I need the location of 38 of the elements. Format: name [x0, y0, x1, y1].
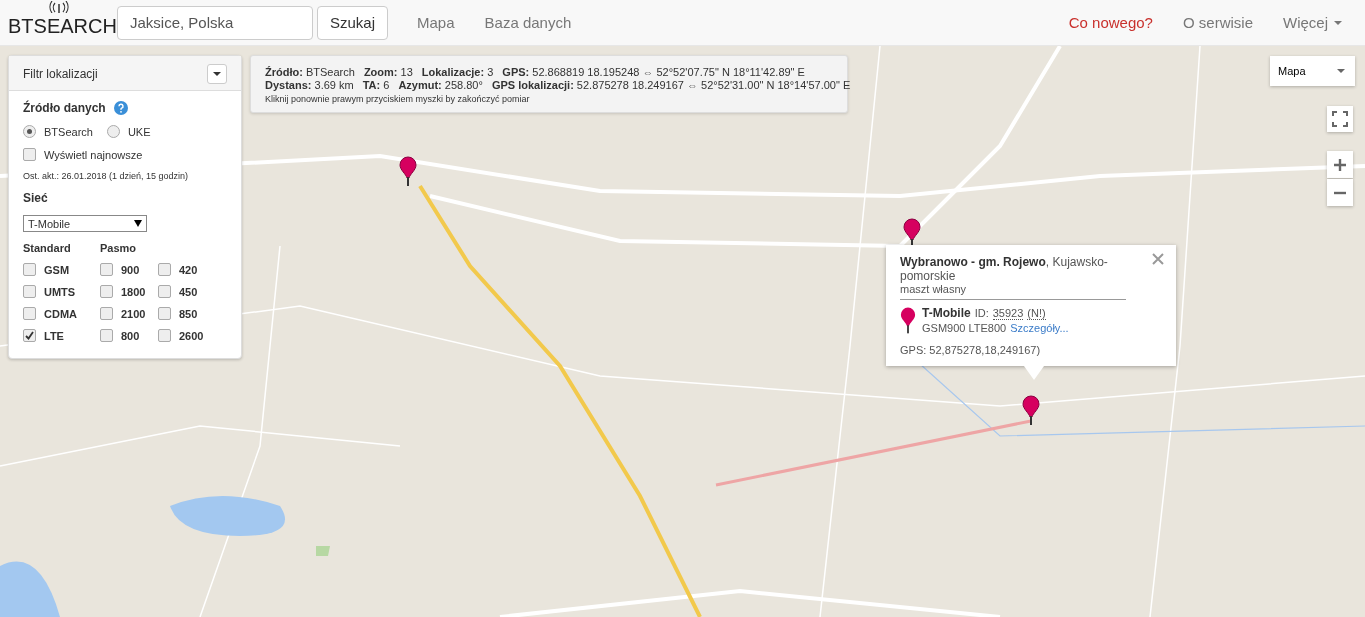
popup-title: Wybranowo - gm. Rojewo, Kujawsko-pomorskie — [900, 255, 1109, 283]
checkbox-label: CDMA — [44, 307, 77, 320]
id-label: ID: — [974, 307, 989, 319]
technology-text: GSM900 LTE800 — [922, 322, 1007, 334]
checkbox-label: 2100 — [121, 307, 146, 320]
checkbox-label: 800 — [121, 329, 140, 342]
popup-subtitle: maszt własny — [900, 283, 968, 295]
checkbox-label: Wyświetl najnowsze — [44, 148, 143, 161]
info-field: Zoom: 13 — [363, 66, 413, 79]
checkbox-label: 850 — [179, 307, 198, 320]
operator-name: T-Mobile — [922, 306, 971, 320]
panel-title: Filtr lokalizacji — [23, 67, 98, 81]
column-label: Pasmo — [100, 242, 138, 254]
station-id: 35923 — [992, 307, 1024, 320]
checkbox-label: 450 — [179, 285, 198, 298]
radio-label: UKE — [127, 125, 151, 138]
checkbox-label: 2600 — [179, 329, 204, 342]
radio-label: BTSearch — [44, 125, 93, 138]
checkbox-label: LTE — [44, 329, 64, 342]
flag-text: (N!) — [1027, 307, 1046, 320]
info-field: Źródło: BTSearch — [265, 66, 355, 79]
info-field: Azymut: 258.80° — [398, 79, 483, 92]
last-update-text: Ost. akt.: 26.01.2018 (1 dzień, 15 godzin) — [23, 171, 190, 181]
info-field: Dystans: 3.69 km — [265, 79, 354, 92]
checkbox-label: 1800 — [121, 285, 146, 298]
info-field: GPS: 52.868819 18.195248 ⇔ 52°52'07.75" N 18°11'42.89" E — [502, 66, 805, 79]
info-field: Lokalizacje: 3 — [421, 66, 494, 79]
checkbox-label: 420 — [179, 263, 198, 276]
checkbox-label: 900 — [121, 263, 140, 276]
section-label: Sieć — [23, 191, 49, 205]
hint-text: Kliknij ponownie prawym przyciskiem myszki by zakończyć pomiar — [265, 94, 531, 104]
checkbox-label: UMTS — [44, 285, 76, 298]
info-field: TA: 6 — [362, 79, 390, 92]
checkbox-label: GSM — [44, 263, 70, 276]
column-label: Standard — [23, 242, 72, 254]
info-field: GPS lokalizacji: 52.875278 18.249167 ⇔ 52°52'31.00" N 18°14'57.00" E — [491, 79, 851, 92]
section-label: Źródło danych — [23, 101, 106, 115]
gps-text: GPS: 52,875278,18,249167) — [900, 344, 1042, 356]
